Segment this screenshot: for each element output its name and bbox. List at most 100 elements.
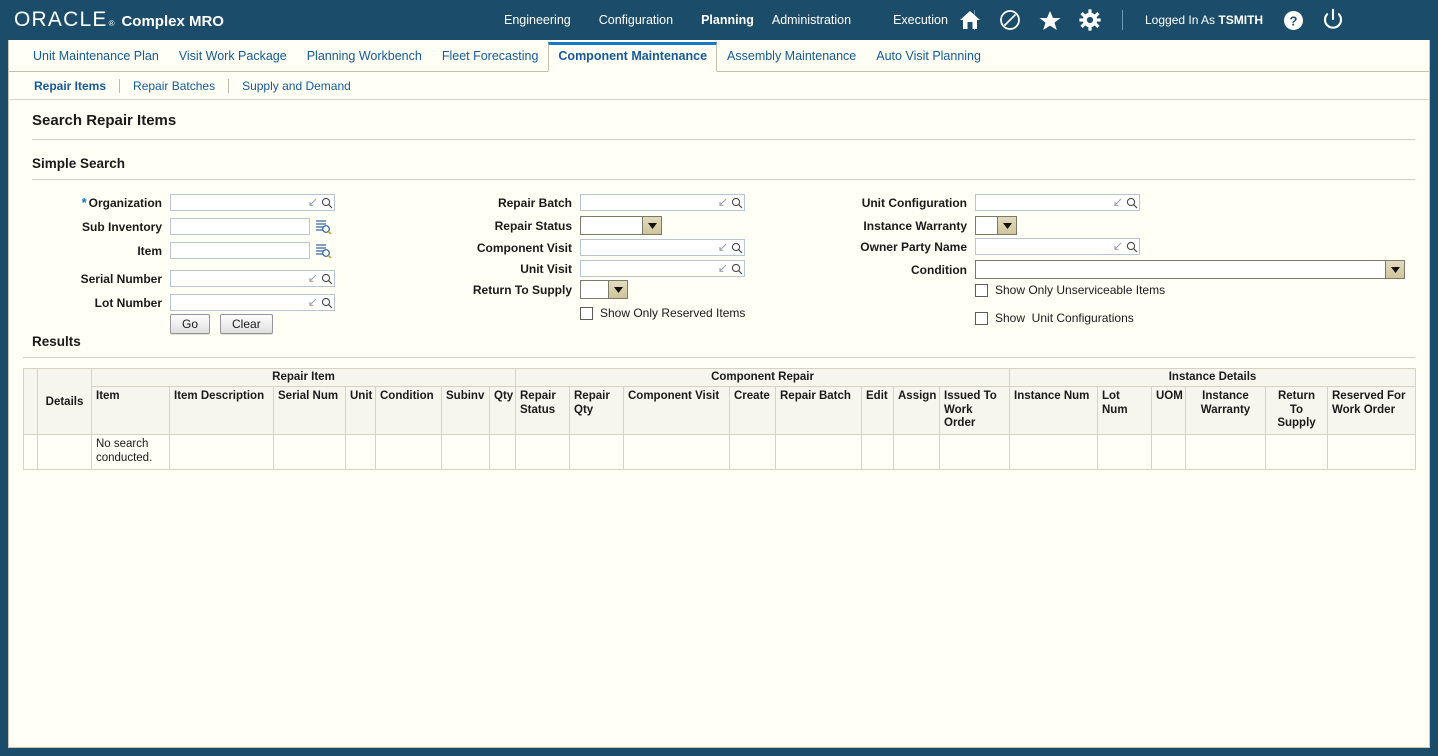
tab-planning-workbench[interactable]: Planning Workbench [297, 42, 432, 72]
component-visit-lov[interactable] [580, 239, 745, 256]
organization-lov[interactable] [170, 194, 335, 211]
col-reserved-for-work-order[interactable]: Reserved For Work Order [1326, 386, 1417, 435]
details-column-header: Details [37, 368, 92, 435]
clear-button[interactable]: Clear [220, 314, 273, 334]
col-instance-warranty[interactable]: Instance Warranty [1185, 386, 1266, 435]
search-magnifier-icon[interactable] [321, 273, 333, 285]
tab-auto-visit-planning[interactable]: Auto Visit Planning [866, 42, 991, 72]
tab-visit-work-package[interactable]: Visit Work Package [169, 42, 297, 72]
resize-arrow-icon[interactable] [308, 198, 317, 207]
chevron-down-icon[interactable] [642, 217, 661, 234]
col-unit[interactable]: Unit [345, 386, 376, 435]
search-magnifier-icon[interactable] [731, 197, 743, 209]
row-details-cell[interactable] [37, 434, 92, 470]
resize-arrow-icon[interactable] [718, 264, 727, 273]
col-edit[interactable]: Edit [861, 386, 894, 435]
chevron-down-icon[interactable] [997, 217, 1016, 234]
global-nav-administration[interactable]: Administration [768, 13, 865, 27]
search-button-bar: Go Clear [170, 314, 273, 334]
col-uom[interactable]: UOM [1151, 386, 1186, 435]
global-nav-configuration[interactable]: Configuration [585, 13, 687, 27]
col-issued-to-work-order[interactable]: Issued To Work Order [939, 386, 1010, 435]
tab-fleet-forecasting[interactable]: Fleet Forecasting [432, 42, 549, 72]
show-unit-configurations-checkbox[interactable] [975, 311, 988, 325]
field-condition: Condition [807, 260, 1405, 279]
resize-arrow-icon[interactable] [308, 298, 317, 307]
chevron-down-icon[interactable] [1385, 261, 1404, 278]
subtab-repair-items[interactable]: Repair Items [25, 79, 119, 93]
search-magnifier-icon[interactable] [321, 197, 333, 209]
search-magnifier-icon[interactable] [731, 263, 743, 275]
owner-party-name-lov[interactable] [975, 238, 1140, 255]
col-instance-num[interactable]: Instance Num [1009, 386, 1098, 435]
unit-configuration-lov[interactable] [975, 194, 1140, 211]
cell-subinv [441, 434, 490, 470]
search-magnifier-icon[interactable] [1126, 241, 1138, 253]
serial-number-lov[interactable] [170, 270, 335, 287]
repair-batch-lov[interactable] [580, 194, 745, 211]
cell-item-description [169, 434, 274, 470]
help-icon[interactable]: ? [1273, 0, 1313, 40]
show-only-unserviceable-items-checkbox[interactable] [975, 283, 988, 297]
search-magnifier-icon[interactable] [731, 242, 743, 254]
col-repair-status[interactable]: Repair Status [515, 386, 570, 435]
tab-component-maintenance[interactable]: Component Maintenance [548, 42, 718, 72]
resize-arrow-icon[interactable] [308, 274, 317, 283]
col-repair-batch[interactable]: Repair Batch [775, 386, 862, 435]
cell-serial-num [273, 434, 346, 470]
col-assign[interactable]: Assign [893, 386, 940, 435]
lot-number-lov-icons [308, 297, 333, 309]
condition-dropdown[interactable] [975, 260, 1405, 279]
col-lot-num[interactable]: Lot Num [1097, 386, 1152, 435]
search-magnifier-icon[interactable] [1126, 197, 1138, 209]
cell-repair-qty [569, 434, 624, 470]
col-return-to-supply[interactable]: Return To Supply [1265, 386, 1328, 435]
chevron-down-icon[interactable] [608, 281, 627, 298]
subtab-repair-batches[interactable]: Repair Batches [120, 79, 228, 93]
resize-arrow-icon[interactable] [718, 198, 727, 207]
row-select-cell[interactable] [23, 434, 38, 470]
unit-visit-lov-icons [718, 263, 743, 275]
condition-value [976, 261, 1385, 278]
col-item-description[interactable]: Item Description [169, 386, 274, 435]
search-magnifier-icon[interactable] [321, 297, 333, 309]
item-lov-icon[interactable] [315, 243, 332, 259]
col-qty[interactable]: Qty [489, 386, 516, 435]
instance-warranty-dropdown[interactable] [975, 216, 1017, 235]
col-condition[interactable]: Condition [375, 386, 442, 435]
tab-assembly-maintenance[interactable]: Assembly Maintenance [717, 42, 866, 72]
resize-arrow-icon[interactable] [1113, 198, 1122, 207]
lot-number-lov[interactable] [170, 294, 335, 311]
col-component-visit[interactable]: Component Visit [623, 386, 730, 435]
subtab-supply-and-demand[interactable]: Supply and Demand [229, 79, 364, 93]
sub-inventory-input[interactable] [170, 218, 310, 235]
resize-arrow-icon[interactable] [718, 243, 727, 252]
unit-visit-lov[interactable] [580, 260, 745, 277]
favorites-star-icon[interactable] [1030, 0, 1070, 40]
repair-status-dropdown[interactable] [580, 216, 662, 235]
col-serial-num[interactable]: Serial Num [273, 386, 346, 435]
checkbox-show-only-unserviceable-items[interactable]: Show Only Unserviceable Items [975, 283, 1165, 297]
navigator-icon[interactable] [990, 0, 1030, 40]
resize-arrow-icon[interactable] [1113, 242, 1122, 251]
label-sub-inventory: Sub Inventory [81, 219, 162, 234]
tab-unit-maintenance-plan[interactable]: Unit Maintenance Plan [23, 42, 169, 72]
checkbox-show-unit-configurations[interactable]: Show Unit Configurations [975, 311, 1134, 325]
table-row[interactable]: No search conducted. [23, 434, 1417, 470]
return-to-supply-dropdown[interactable] [580, 280, 628, 299]
col-repair-qty[interactable]: Repair Qty [569, 386, 624, 435]
global-nav-engineering[interactable]: Engineering [490, 13, 585, 27]
sub-inventory-lov-icon[interactable] [315, 219, 332, 235]
go-button[interactable]: Go [170, 314, 211, 334]
field-return-to-supply: Return To Supply [442, 280, 628, 299]
col-item[interactable]: Item [91, 386, 170, 435]
col-subinv[interactable]: Subinv [441, 386, 490, 435]
checkbox-show-only-reserved-items[interactable]: Show Only Reserved Items [580, 306, 745, 320]
global-nav-planning[interactable]: Planning [687, 13, 768, 27]
home-icon[interactable] [950, 0, 990, 40]
settings-gear-icon[interactable] [1070, 0, 1110, 40]
item-input[interactable] [170, 242, 310, 259]
show-only-reserved-items-checkbox[interactable] [580, 306, 593, 320]
col-create[interactable]: Create [729, 386, 776, 435]
power-logout-icon[interactable] [1313, 0, 1353, 40]
